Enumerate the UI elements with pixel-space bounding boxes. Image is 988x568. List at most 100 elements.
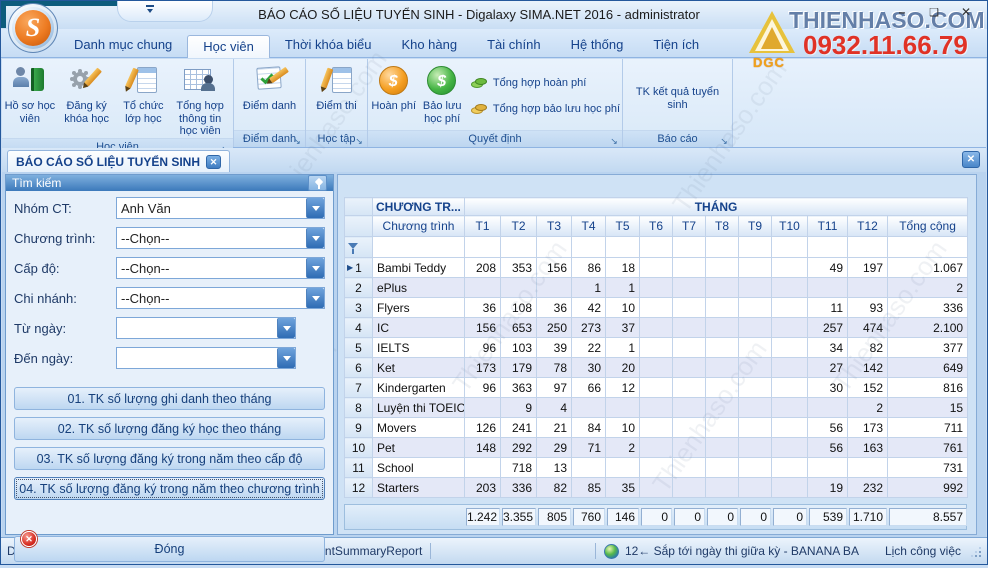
grid-cell-month[interactable] bbox=[772, 338, 808, 358]
grid-row[interactable]: 11School71813731 bbox=[345, 458, 968, 478]
grid-cell-month[interactable] bbox=[739, 318, 772, 338]
grid-cell-month[interactable] bbox=[706, 418, 739, 438]
grid-cell-month[interactable]: 156 bbox=[465, 318, 501, 338]
grid-cell-month[interactable]: 37 bbox=[606, 318, 640, 338]
column-header-t6[interactable]: T6 bbox=[640, 216, 673, 237]
row-indicator[interactable]: 8 bbox=[345, 398, 373, 418]
grid-cell-month[interactable] bbox=[706, 458, 739, 478]
grid-cell-month[interactable]: 36 bbox=[465, 298, 501, 318]
grid-cell-month[interactable]: 36 bbox=[537, 298, 572, 318]
grid-cell-month[interactable] bbox=[808, 278, 848, 298]
grid-cell-month[interactable] bbox=[673, 298, 706, 318]
chi-nhanh-combo[interactable]: --Chọn-- bbox=[116, 287, 325, 309]
grid-cell-month[interactable]: 34 bbox=[808, 338, 848, 358]
tuition-reserve-button[interactable]: Bảo lưu học phí bbox=[418, 62, 467, 130]
grid-cell-total[interactable]: 992 bbox=[888, 478, 968, 498]
tab-hoc-vien[interactable]: Học viên bbox=[187, 35, 270, 58]
tab-tien-ich[interactable]: Tiện ích bbox=[638, 34, 714, 57]
grid-cell-month[interactable]: 27 bbox=[808, 358, 848, 378]
grid-cell-month[interactable]: 232 bbox=[848, 478, 888, 498]
grid-cell-month[interactable] bbox=[673, 338, 706, 358]
grid-cell-month[interactable]: 353 bbox=[501, 258, 537, 278]
grid-cell-month[interactable]: 1 bbox=[606, 338, 640, 358]
grid-cell-month[interactable]: 96 bbox=[465, 338, 501, 358]
grid-cell-month[interactable] bbox=[465, 398, 501, 418]
grid-cell-month[interactable]: 66 bbox=[572, 378, 606, 398]
grid-cell-month[interactable]: 241 bbox=[501, 418, 537, 438]
resize-grip[interactable] bbox=[969, 545, 981, 557]
grid-cell-month[interactable] bbox=[808, 398, 848, 418]
grid-cell-month[interactable]: 197 bbox=[848, 258, 888, 278]
grid-cell-month[interactable] bbox=[848, 458, 888, 478]
column-header-t8[interactable]: T8 bbox=[706, 216, 739, 237]
filter-cell[interactable] bbox=[501, 237, 537, 258]
grid-cell-month[interactable] bbox=[739, 438, 772, 458]
chevron-down-icon[interactable] bbox=[306, 198, 324, 218]
grid-cell-month[interactable]: 9 bbox=[501, 398, 537, 418]
grid-cell-month[interactable] bbox=[739, 358, 772, 378]
grid-cell-program[interactable]: School bbox=[373, 458, 465, 478]
grid-cell-total[interactable]: 377 bbox=[888, 338, 968, 358]
grid-cell-month[interactable] bbox=[640, 378, 673, 398]
grid-row[interactable]: 6Ket17317978302027142649 bbox=[345, 358, 968, 378]
grid-cell-month[interactable] bbox=[606, 398, 640, 418]
band-header-month[interactable]: THÁNG bbox=[465, 198, 968, 216]
grid-cell-month[interactable] bbox=[465, 278, 501, 298]
cap-do-combo[interactable]: --Chọn-- bbox=[116, 257, 325, 279]
grid-cell-month[interactable] bbox=[772, 398, 808, 418]
column-header-tổng-cộng[interactable]: Tổng cộng bbox=[888, 216, 968, 237]
grid-cell-month[interactable]: 82 bbox=[848, 338, 888, 358]
row-indicator[interactable]: 4 bbox=[345, 318, 373, 338]
grid-cell-month[interactable] bbox=[640, 258, 673, 278]
grid-cell-month[interactable]: 30 bbox=[572, 358, 606, 378]
filter-cell[interactable] bbox=[673, 237, 706, 258]
grid-row[interactable]: 2ePlus112 bbox=[345, 278, 968, 298]
grid-row[interactable]: 9Movers12624121841056173711 bbox=[345, 418, 968, 438]
row-indicator[interactable]: 2 bbox=[345, 278, 373, 298]
grid-cell-month[interactable] bbox=[640, 438, 673, 458]
grid-cell-month[interactable]: 82 bbox=[537, 478, 572, 498]
grid-cell-month[interactable] bbox=[673, 278, 706, 298]
grid-cell-month[interactable]: 93 bbox=[848, 298, 888, 318]
grid-cell-month[interactable] bbox=[640, 458, 673, 478]
grid-cell-program[interactable]: ePlus bbox=[373, 278, 465, 298]
grid-cell-month[interactable] bbox=[772, 278, 808, 298]
grid-cell-month[interactable]: 39 bbox=[537, 338, 572, 358]
grid-cell-month[interactable] bbox=[465, 458, 501, 478]
grid-cell-month[interactable] bbox=[772, 458, 808, 478]
column-header-t3[interactable]: T3 bbox=[537, 216, 572, 237]
grid-cell-month[interactable]: 203 bbox=[465, 478, 501, 498]
grid-cell-month[interactable] bbox=[706, 258, 739, 278]
grid-cell-month[interactable]: 173 bbox=[465, 358, 501, 378]
grid-cell-month[interactable] bbox=[606, 458, 640, 478]
dialog-launcher-icon[interactable] bbox=[354, 133, 364, 145]
filter-cell[interactable] bbox=[739, 237, 772, 258]
grid-cell-program[interactable]: Pet bbox=[373, 438, 465, 458]
grid-cell-month[interactable] bbox=[673, 418, 706, 438]
grid-cell-program[interactable]: Flyers bbox=[373, 298, 465, 318]
refund-summary-link[interactable]: Tổng hợp hoàn phí bbox=[471, 77, 620, 89]
grid-cell-month[interactable] bbox=[772, 318, 808, 338]
grid-cell-month[interactable]: 11 bbox=[808, 298, 848, 318]
grid-cell-month[interactable]: 22 bbox=[572, 338, 606, 358]
grid-cell-month[interactable]: 108 bbox=[501, 298, 537, 318]
grid-cell-month[interactable] bbox=[739, 418, 772, 438]
grid-cell-month[interactable]: 653 bbox=[501, 318, 537, 338]
notice-ticker[interactable]: 12← Sắp tới ngày thi giữa kỳ - BANANA BA bbox=[625, 544, 859, 558]
grid-cell-month[interactable]: 21 bbox=[537, 418, 572, 438]
grid-cell-month[interactable]: 56 bbox=[808, 418, 848, 438]
filter-cell[interactable] bbox=[606, 237, 640, 258]
report-04-button[interactable]: 04. TK số lượng đăng ký trong năm theo c… bbox=[14, 477, 325, 500]
report-03-button[interactable]: 03. TK số lượng đăng ký trong năm theo c… bbox=[14, 447, 325, 470]
grid-cell-month[interactable] bbox=[772, 298, 808, 318]
filter-cell[interactable] bbox=[808, 237, 848, 258]
document-tab[interactable]: BÁO CÁO SỐ LIỆU TUYỂN SINH bbox=[7, 150, 230, 172]
column-header-t12[interactable]: T12 bbox=[848, 216, 888, 237]
grid-cell-month[interactable] bbox=[808, 458, 848, 478]
grid-cell-month[interactable]: 86 bbox=[572, 258, 606, 278]
grid-cell-month[interactable] bbox=[739, 298, 772, 318]
grid-cell-month[interactable]: 273 bbox=[572, 318, 606, 338]
grid-cell-month[interactable] bbox=[772, 358, 808, 378]
band-header-program[interactable]: CHƯƠNG TR... bbox=[373, 198, 465, 216]
grid-cell-program[interactable]: Luyện thi TOEIC bbox=[373, 398, 465, 418]
